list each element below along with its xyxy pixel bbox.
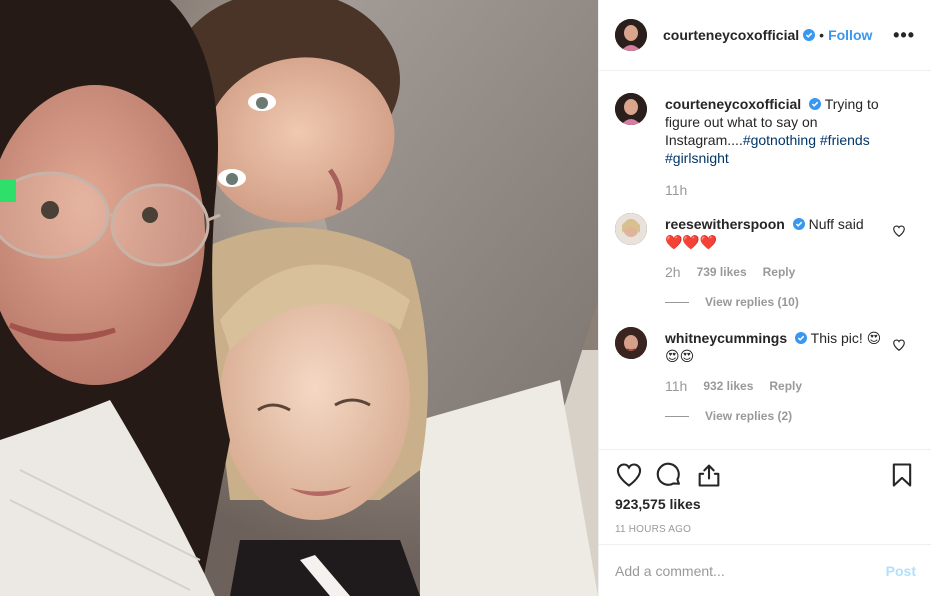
comment-item: whitneycummings This pic! 😍 😍😍 11h 932 l… xyxy=(615,327,916,393)
add-comment-bar: Post xyxy=(599,544,931,596)
view-replies-label: View replies (10) xyxy=(705,295,799,309)
hashtag-link[interactable]: #friends xyxy=(820,132,870,148)
author-avatar-image xyxy=(615,19,647,51)
caption-meta: 11h xyxy=(665,183,895,197)
verified-badge-icon xyxy=(795,332,808,344)
comment-body: reesewitherspoon Nuff said ❤️❤️❤️ 2h 739… xyxy=(665,215,895,279)
post-photo[interactable] xyxy=(0,0,598,596)
caption-avatar-image xyxy=(615,93,647,125)
comment-likes[interactable]: 739 likes xyxy=(697,265,747,279)
selfie-image xyxy=(0,0,598,596)
comment-like-heart-icon[interactable] xyxy=(892,338,906,352)
commenter-avatar-image xyxy=(615,213,647,245)
comment-time[interactable]: 2h xyxy=(665,265,681,279)
commenter-username[interactable]: whitneycummings xyxy=(665,330,787,346)
comment-text: Nuff said xyxy=(808,216,864,232)
view-replies-button[interactable]: View replies (2) xyxy=(665,409,916,423)
commenter-avatar-image xyxy=(615,327,647,359)
view-replies-label: View replies (2) xyxy=(705,409,793,423)
verified-badge-icon xyxy=(792,218,805,230)
more-options-icon[interactable]: ••• xyxy=(893,25,915,46)
comment-meta: 11h 932 likes Reply xyxy=(665,379,895,393)
replies-divider xyxy=(665,415,689,417)
caption-avatar[interactable] xyxy=(615,93,647,125)
comment-body: whitneycummings This pic! 😍 😍😍 11h 932 l… xyxy=(665,329,895,393)
share-icon[interactable] xyxy=(695,461,723,489)
add-comment-input[interactable] xyxy=(615,562,886,579)
comment-likes[interactable]: 932 likes xyxy=(703,379,753,393)
comment-emoji: ❤️❤️❤️ xyxy=(665,234,718,250)
caption-time[interactable]: 11h xyxy=(665,183,687,197)
commenter-avatar[interactable] xyxy=(615,213,647,245)
replies-divider xyxy=(665,301,689,303)
comment-time[interactable]: 11h xyxy=(665,379,687,393)
post-sidebar: courteneycoxofficial • Follow ••• courte… xyxy=(598,0,931,596)
comment-like-heart-icon[interactable] xyxy=(892,224,906,238)
likes-count[interactable]: 923,575 likes xyxy=(615,496,916,512)
caption: courteneycoxofficial Trying to figure ou… xyxy=(615,93,916,197)
post-timestamp[interactable]: 11 HOURS AGO xyxy=(615,524,916,535)
comment-meta: 2h 739 likes Reply xyxy=(665,265,895,279)
action-icons xyxy=(615,450,916,500)
comment-item: reesewitherspoon Nuff said ❤️❤️❤️ 2h 739… xyxy=(615,213,916,279)
commenter-avatar[interactable] xyxy=(615,327,647,359)
post-comment-button[interactable]: Post xyxy=(886,563,916,579)
hashtag-link[interactable]: #girlsnight xyxy=(665,150,729,166)
reply-button[interactable]: Reply xyxy=(769,379,802,393)
post-header: courteneycoxofficial • Follow ••• xyxy=(599,0,931,71)
view-replies-button[interactable]: View replies (10) xyxy=(665,295,916,309)
bookmark-icon[interactable] xyxy=(888,461,916,489)
caption-body: courteneycoxofficial Trying to figure ou… xyxy=(665,95,895,197)
follow-button[interactable]: Follow xyxy=(828,27,872,43)
header-separator: • xyxy=(819,27,825,43)
heart-icon[interactable] xyxy=(615,461,643,489)
author-avatar[interactable] xyxy=(615,19,647,51)
caption-username[interactable]: courteneycoxofficial xyxy=(665,96,801,112)
comments-list[interactable]: courteneycoxofficial Trying to figure ou… xyxy=(599,71,931,449)
instagram-post: courteneycoxofficial • Follow ••• courte… xyxy=(0,0,931,596)
author-username[interactable]: courteneycoxofficial xyxy=(663,27,799,43)
hashtag-link[interactable]: #gotnothing xyxy=(743,132,816,148)
commenter-username[interactable]: reesewitherspoon xyxy=(665,216,785,232)
verified-badge-icon xyxy=(803,29,816,41)
reply-button[interactable]: Reply xyxy=(763,265,796,279)
verified-badge-icon xyxy=(809,98,822,110)
comment-emoji: 😍😍 xyxy=(665,348,695,364)
comment-icon[interactable] xyxy=(655,461,683,489)
post-actions: 923,575 likes 11 HOURS AGO xyxy=(599,449,931,535)
comment-text: This pic! 😍 xyxy=(810,330,882,346)
